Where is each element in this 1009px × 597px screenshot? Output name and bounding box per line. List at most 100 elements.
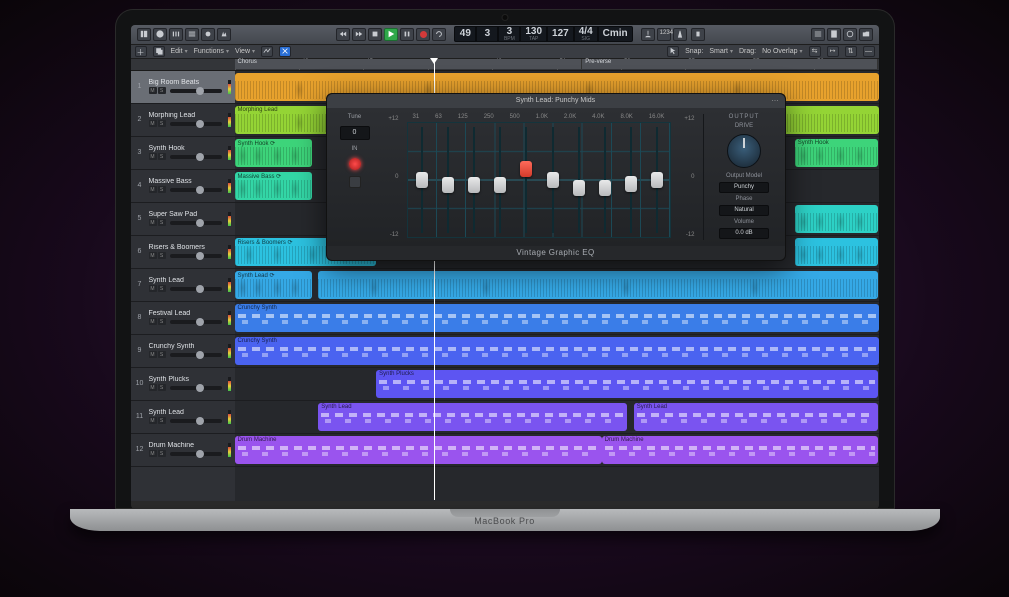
tuner-button[interactable] (641, 28, 655, 41)
region[interactable]: Synth Lead (634, 403, 879, 431)
track-header[interactable]: 1 Big Room Beats MS (131, 71, 235, 104)
volume-slider[interactable] (170, 419, 222, 423)
plugin-window[interactable]: Synth Lead: Punchy Mids ⋯ Tune 0 IN +12 (326, 93, 786, 261)
eq-band-slider[interactable] (447, 127, 449, 233)
track-header[interactable]: 12 Drum Machine MS (131, 434, 235, 467)
eq-band-slider[interactable] (552, 127, 554, 233)
volume-slider[interactable] (170, 188, 222, 192)
volume-value[interactable]: 0.0 dB (719, 228, 769, 239)
editors-button[interactable] (217, 28, 231, 41)
master-vol-button[interactable] (691, 28, 705, 41)
solo-button[interactable]: S (158, 153, 166, 160)
solo-button[interactable]: S (158, 252, 166, 259)
track-header[interactable]: 5 Super Saw Pad MS (131, 203, 235, 236)
track-header[interactable]: 3 Synth Hook MS (131, 137, 235, 170)
eq-band-thumb[interactable] (416, 172, 428, 188)
track-header[interactable]: 8 Festival Lead MS (131, 302, 235, 335)
drive-knob[interactable] (727, 134, 761, 168)
track-lane[interactable]: Synth Plucks (235, 368, 879, 401)
zoom-v-button[interactable]: ⇅ (845, 46, 857, 57)
zoom-slider[interactable]: — (863, 46, 875, 57)
region[interactable]: Crunchy Synth (235, 337, 879, 365)
volume-slider[interactable] (170, 155, 222, 159)
eq-band-thumb[interactable] (625, 176, 637, 192)
mute-button[interactable]: M (149, 186, 157, 193)
model-value[interactable]: Punchy (719, 182, 769, 193)
cycle-button[interactable] (432, 28, 446, 41)
pointer-tool[interactable] (667, 46, 679, 57)
track-header[interactable]: 10 Synth Plucks MS (131, 368, 235, 401)
smart-controls-button[interactable] (201, 28, 215, 41)
track-lane[interactable]: Drum MachineDrum Machine (235, 434, 879, 467)
solo-button[interactable]: S (158, 384, 166, 391)
toolbar-button[interactable] (185, 28, 199, 41)
library-button[interactable] (137, 28, 151, 41)
region[interactable]: Synth Lead (318, 403, 627, 431)
mute-button[interactable]: M (149, 252, 157, 259)
eq-band-slider[interactable] (656, 127, 658, 233)
track-lane[interactable]: Synth Lead ⟳ (235, 269, 879, 302)
phase-invert-button[interactable] (349, 176, 361, 188)
loops-button[interactable] (843, 28, 857, 41)
track-header[interactable]: 11 Synth Lead MS (131, 401, 235, 434)
mute-button[interactable]: M (149, 120, 157, 127)
catch-button[interactable]: ↦ (827, 46, 839, 57)
eq-band-thumb[interactable] (468, 177, 480, 193)
mute-button[interactable]: M (149, 417, 157, 424)
mixer-button[interactable] (169, 28, 183, 41)
bar-ruler[interactable]: 41434547495153555759 ChorusPre-verse (131, 59, 879, 71)
count-in-button[interactable]: 1234 (657, 28, 671, 41)
eq-band-thumb[interactable] (442, 177, 454, 193)
list-editors-button[interactable] (811, 28, 825, 41)
stop-button[interactable] (368, 28, 382, 41)
track-lane[interactable]: Synth LeadSynth Lead (235, 401, 879, 434)
volume-slider[interactable] (170, 452, 222, 456)
mute-button[interactable]: M (149, 318, 157, 325)
region[interactable]: Drum Machine (602, 436, 879, 464)
mute-button[interactable]: M (149, 450, 157, 457)
track-add-button[interactable]: ＋ (135, 46, 147, 57)
mute-button[interactable]: M (149, 153, 157, 160)
record-button[interactable] (416, 28, 430, 41)
region[interactable]: Synth Lead ⟳ (235, 271, 312, 299)
region[interactable]: Crunchy Synth (235, 304, 879, 332)
eq-band-thumb[interactable] (599, 180, 611, 196)
region[interactable]: Synth Hook ⟳ (235, 139, 312, 167)
track-header[interactable]: 4 Massive Bass MS (131, 170, 235, 203)
mute-button[interactable]: M (149, 384, 157, 391)
volume-slider[interactable] (170, 122, 222, 126)
phase-value[interactable]: Natural (719, 205, 769, 216)
eq-band-slider[interactable] (630, 127, 632, 233)
region[interactable] (795, 205, 879, 233)
eq-band-slider[interactable] (421, 127, 423, 233)
track-lane[interactable]: Crunchy Synth (235, 302, 879, 335)
eq-band-thumb[interactable] (494, 177, 506, 193)
solo-button[interactable]: S (158, 219, 166, 226)
solo-button[interactable]: S (158, 285, 166, 292)
view-menu[interactable]: View▾ (235, 48, 255, 55)
pause-button[interactable] (400, 28, 414, 41)
eq-band-thumb[interactable] (573, 180, 585, 196)
browser-button[interactable] (859, 28, 873, 41)
solo-button[interactable]: S (158, 120, 166, 127)
track-dup-button[interactable] (153, 46, 165, 57)
arrangement-marker[interactable]: Chorus (235, 59, 583, 69)
eq-band-thumb[interactable] (520, 161, 532, 177)
flex-button[interactable] (279, 46, 291, 57)
region[interactable]: Synth Plucks (376, 370, 878, 398)
zoom-h-button[interactable]: ⇆ (809, 46, 821, 57)
in-led[interactable] (349, 158, 361, 170)
solo-button[interactable]: S (158, 186, 166, 193)
arrangement-marker[interactable]: Pre-verse (582, 59, 878, 69)
rewind-button[interactable] (336, 28, 350, 41)
notes-button[interactable] (827, 28, 841, 41)
forward-button[interactable] (352, 28, 366, 41)
automation-button[interactable] (261, 46, 273, 57)
track-header[interactable]: 2 Morphing Lead MS (131, 104, 235, 137)
play-button[interactable] (384, 28, 398, 41)
track-header[interactable]: 9 Crunchy Synth MS (131, 335, 235, 368)
solo-button[interactable]: S (158, 351, 166, 358)
track-header[interactable]: 6 Risers & Boomers MS (131, 236, 235, 269)
eq-band-slider[interactable] (604, 127, 606, 233)
volume-slider[interactable] (170, 221, 222, 225)
